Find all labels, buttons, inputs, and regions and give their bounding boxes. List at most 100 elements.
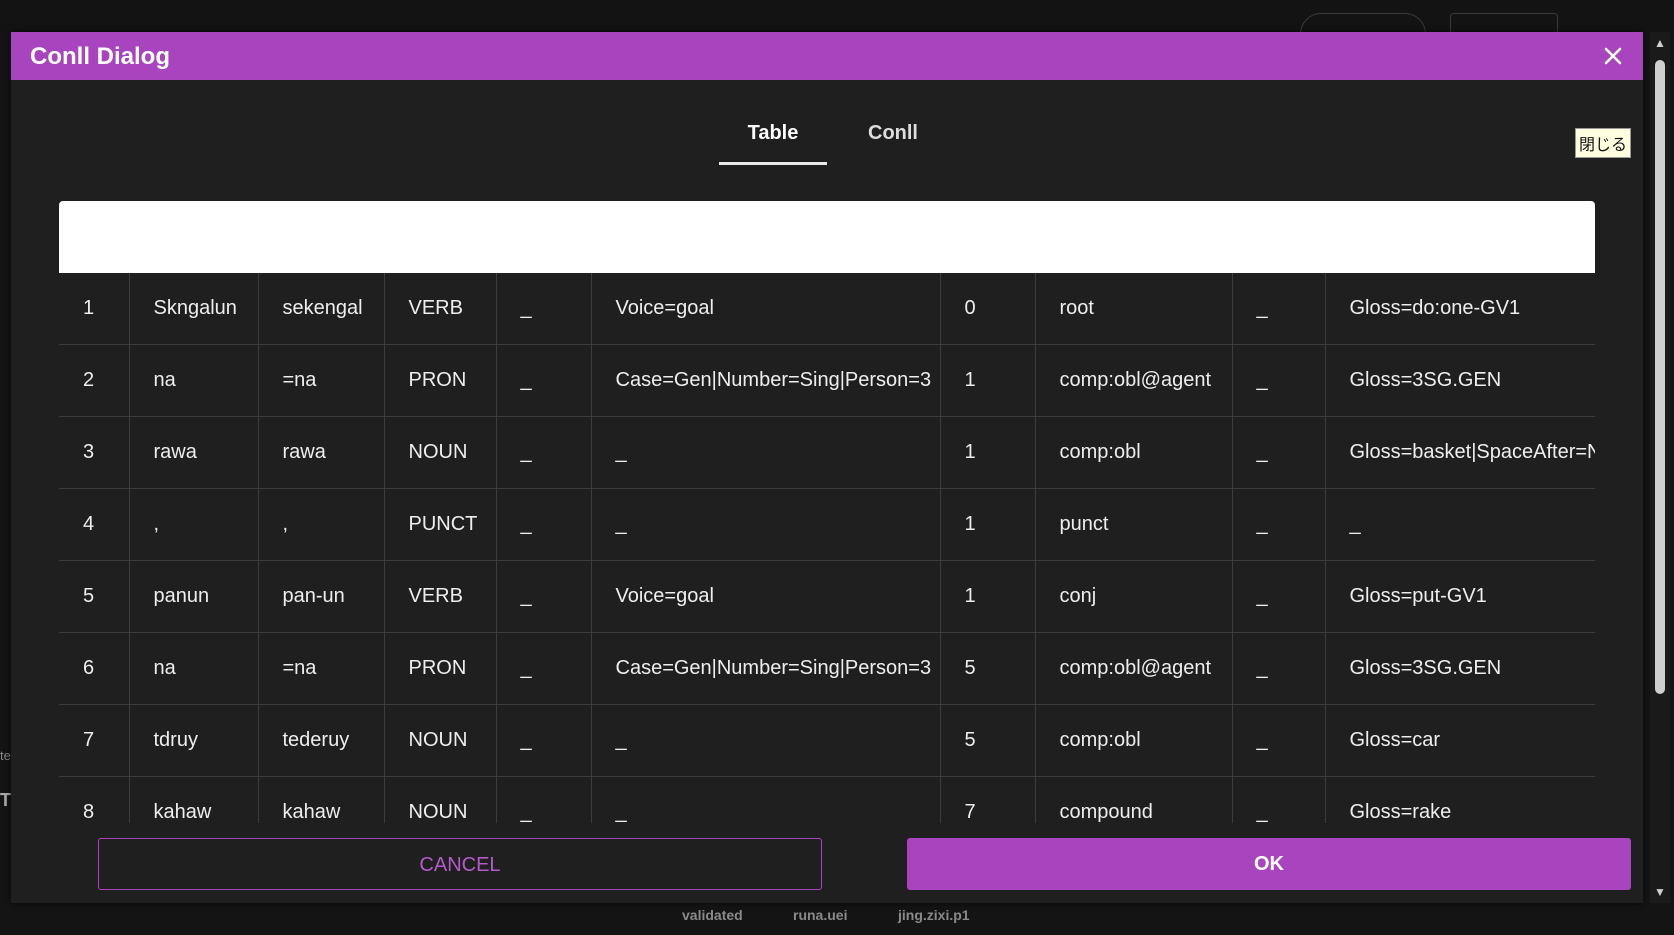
cell-head[interactable]: 5 — [940, 704, 1036, 777]
status-sentence-id: jing.zixi.p1 — [898, 907, 970, 923]
cell-misc[interactable]: Gloss=3SG.GEN — [1325, 344, 1595, 417]
cell-form[interactable]: tdruy — [129, 704, 259, 777]
scroll-down-arrow-icon[interactable]: ▼ — [1653, 885, 1667, 899]
cell-deprel[interactable]: comp:obl — [1035, 416, 1233, 489]
cell-deprel[interactable]: conj — [1035, 560, 1233, 633]
tab-table[interactable]: Table — [719, 110, 827, 165]
conll-table: 1 Skngalun sekengal VERB _ Voice=goal 0 root _ Gl… — [59, 273, 1595, 823]
page-scrollbar[interactable]: ▲ ▼ — [1650, 32, 1670, 903]
cell-xpos[interactable]: _ — [496, 704, 592, 777]
cell-head[interactable]: 1 — [940, 488, 1036, 561]
cell-deps[interactable]: _ — [1232, 273, 1326, 345]
close-button[interactable] — [1597, 40, 1629, 72]
cell-feats[interactable]: _ — [591, 416, 941, 489]
cell-head[interactable]: 1 — [940, 416, 1036, 489]
cell-deprel[interactable]: punct — [1035, 488, 1233, 561]
cell-form[interactable]: Skngalun — [129, 273, 259, 345]
cell-id[interactable]: 1 — [59, 273, 130, 345]
background-snippet-2: T — [0, 790, 11, 810]
cell-misc[interactable]: Gloss=put-GV1 — [1325, 560, 1595, 633]
cell-deps[interactable]: _ — [1232, 344, 1326, 417]
cell-feats[interactable]: Voice=goal — [591, 273, 941, 345]
cell-misc[interactable]: Gloss=rake — [1325, 776, 1595, 823]
table-row: 3 rawa rawa NOUN _ _ 1 comp:obl _ Gloss=basket|Sp… — [59, 416, 1595, 489]
cell-lemma[interactable]: , — [258, 488, 385, 561]
cell-xpos[interactable]: _ — [496, 273, 592, 345]
sentence-text-bar[interactable] — [59, 201, 1595, 273]
cell-head[interactable]: 5 — [940, 632, 1036, 705]
tab-conll[interactable]: Conll — [841, 110, 945, 162]
cell-lemma[interactable]: tederuy — [258, 704, 385, 777]
cell-misc[interactable]: Gloss=basket|SpaceAfter=N — [1325, 416, 1595, 489]
cell-lemma[interactable]: rawa — [258, 416, 385, 489]
cell-head[interactable]: 1 — [940, 560, 1036, 633]
ok-button[interactable]: OK — [907, 838, 1631, 890]
cell-xpos[interactable]: _ — [496, 488, 592, 561]
cell-upos[interactable]: PRON — [384, 632, 497, 705]
conll-table-area: 1 Skngalun sekengal VERB _ Voice=goal 0 root _ Gl… — [59, 201, 1595, 823]
cell-misc[interactable]: Gloss=3SG.GEN — [1325, 632, 1595, 705]
cell-lemma[interactable]: =na — [258, 632, 385, 705]
cancel-button[interactable]: CANCEL — [98, 838, 822, 890]
cell-deps[interactable]: _ — [1232, 704, 1326, 777]
cell-xpos[interactable]: _ — [496, 632, 592, 705]
cell-deprel[interactable]: comp:obl — [1035, 704, 1233, 777]
cell-feats[interactable]: _ — [591, 776, 941, 823]
cell-id[interactable]: 3 — [59, 416, 130, 489]
cell-form[interactable]: na — [129, 632, 259, 705]
cell-lemma[interactable]: sekengal — [258, 273, 385, 345]
cell-upos[interactable]: VERB — [384, 560, 497, 633]
cell-id[interactable]: 2 — [59, 344, 130, 417]
cell-deps[interactable]: _ — [1232, 488, 1326, 561]
cell-deprel[interactable]: comp:obl@agent — [1035, 632, 1233, 705]
cell-feats[interactable]: Case=Gen|Number=Sing|Person=3 — [591, 632, 941, 705]
cell-deps[interactable]: _ — [1232, 416, 1326, 489]
cell-xpos[interactable]: _ — [496, 344, 592, 417]
cell-form[interactable]: na — [129, 344, 259, 417]
cell-id[interactable]: 4 — [59, 488, 130, 561]
cell-upos[interactable]: PRON — [384, 344, 497, 417]
cell-deprel[interactable]: compound — [1035, 776, 1233, 823]
cell-form[interactable]: , — [129, 488, 259, 561]
cell-xpos[interactable]: _ — [496, 416, 592, 489]
cell-upos[interactable]: VERB — [384, 273, 497, 345]
cell-id[interactable]: 8 — [59, 776, 130, 823]
cell-feats[interactable]: Case=Gen|Number=Sing|Person=3 — [591, 344, 941, 417]
cell-form[interactable]: rawa — [129, 416, 259, 489]
cell-id[interactable]: 7 — [59, 704, 130, 777]
cell-feats[interactable]: _ — [591, 488, 941, 561]
cell-lemma[interactable]: pan-un — [258, 560, 385, 633]
cell-id[interactable]: 5 — [59, 560, 130, 633]
cell-xpos[interactable]: _ — [496, 776, 592, 823]
cell-misc[interactable]: Gloss=do:one-GV1 — [1325, 273, 1595, 345]
cell-head[interactable]: 0 — [940, 273, 1036, 345]
cell-feats[interactable]: Voice=goal — [591, 560, 941, 633]
cell-upos[interactable]: NOUN — [384, 776, 497, 823]
cell-head[interactable]: 7 — [940, 776, 1036, 823]
cell-id[interactable]: 6 — [59, 632, 130, 705]
app-topbar — [0, 0, 1674, 55]
cell-deps[interactable]: _ — [1232, 632, 1326, 705]
cell-deprel[interactable]: root — [1035, 273, 1233, 345]
cell-deps[interactable]: _ — [1232, 560, 1326, 633]
cell-misc[interactable]: Gloss=car — [1325, 704, 1595, 777]
background-snippet-1: te — [0, 748, 11, 763]
cell-form[interactable]: kahaw — [129, 776, 259, 823]
cell-xpos[interactable]: _ — [496, 560, 592, 633]
cell-head[interactable]: 1 — [940, 344, 1036, 417]
table-row: 8 kahaw kahaw NOUN _ _ 7 compound _ Gloss=rake — [59, 776, 1595, 823]
table-row: 6 na =na PRON _ Case=Gen|Number=Sing|Person=3… — [59, 632, 1595, 705]
cell-lemma[interactable]: kahaw — [258, 776, 385, 823]
cell-upos[interactable]: PUNCT — [384, 488, 497, 561]
cell-upos[interactable]: NOUN — [384, 704, 497, 777]
cell-deprel[interactable]: comp:obl@agent — [1035, 344, 1233, 417]
cell-upos[interactable]: NOUN — [384, 416, 497, 489]
cell-misc[interactable]: _ — [1325, 488, 1595, 561]
cell-feats[interactable]: _ — [591, 704, 941, 777]
scroll-up-arrow-icon[interactable]: ▲ — [1653, 36, 1667, 50]
scrollbar-thumb[interactable] — [1655, 60, 1665, 694]
cell-form[interactable]: panun — [129, 560, 259, 633]
cell-deps[interactable]: _ — [1232, 776, 1326, 823]
status-user: runa.uei — [793, 907, 848, 923]
cell-lemma[interactable]: =na — [258, 344, 385, 417]
